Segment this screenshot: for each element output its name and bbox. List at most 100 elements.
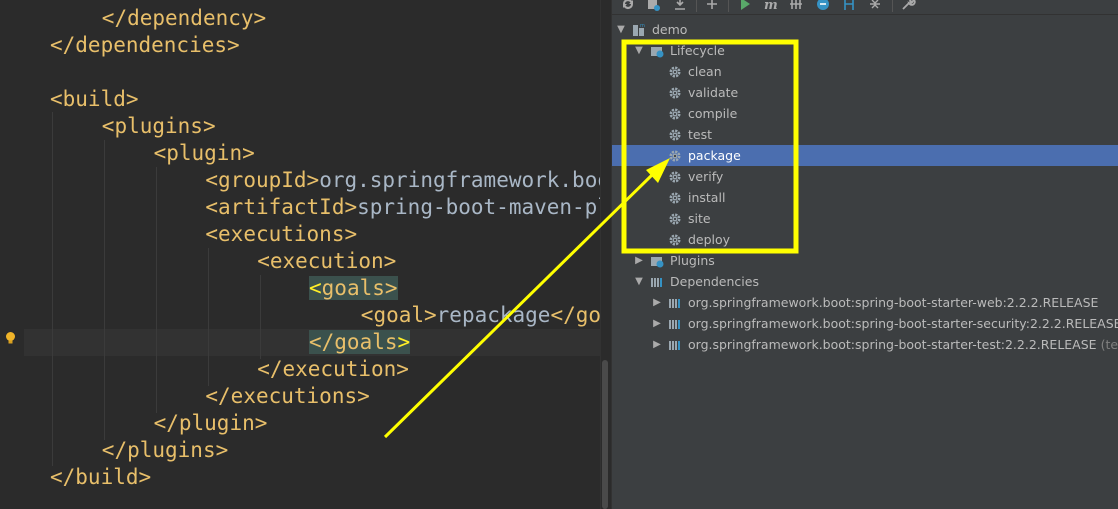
tree-node-package[interactable]: package xyxy=(612,145,1118,166)
code-line[interactable]: <executions> xyxy=(205,221,357,248)
tree-node-text: org.springframework.boot:spring-boot-sta… xyxy=(688,316,1118,331)
code-line[interactable]: <goal>repackage</goal> xyxy=(361,302,600,329)
xml-tag: <execution> xyxy=(257,249,397,273)
tree-node-text: validate xyxy=(688,85,739,100)
tree-node-text: verify xyxy=(688,169,724,184)
add-icon[interactable] xyxy=(704,0,720,12)
tree-node-label: site xyxy=(688,208,711,229)
code-line[interactable]: </execution> xyxy=(257,356,409,383)
toggle-offline-icon[interactable] xyxy=(788,0,804,12)
tree-node-text: package xyxy=(688,148,741,163)
run-icon[interactable] xyxy=(737,0,753,12)
tree-node-text: org.springframework.boot:spring-boot-sta… xyxy=(688,295,1099,310)
tree-node-label: compile xyxy=(688,103,737,124)
tree-node-text: site xyxy=(688,211,711,226)
code-line[interactable]: <build> xyxy=(50,86,139,113)
tree-node-text: Lifecycle xyxy=(670,43,725,58)
code-line[interactable]: <plugins> xyxy=(102,113,216,140)
tree-node-test[interactable]: test xyxy=(612,124,1118,145)
tree-node-install[interactable]: install xyxy=(612,187,1118,208)
generate-sources-icon[interactable] xyxy=(645,0,661,12)
show-dependencies-icon[interactable] xyxy=(841,0,857,12)
skip-tests-icon[interactable] xyxy=(815,0,831,12)
tree-node-text: demo xyxy=(652,22,688,37)
code-editor[interactable]: </dependency> </dependencies> <build> <plug… xyxy=(0,0,600,509)
toolbar-separator xyxy=(696,0,697,12)
xml-tag: <artifactId> xyxy=(205,195,358,219)
lifecycle-folder-icon xyxy=(651,47,664,58)
tree-node-verify[interactable]: verify xyxy=(612,166,1118,187)
xml-tag: <groupId> xyxy=(205,168,320,192)
collapse-all-icon[interactable] xyxy=(867,0,883,12)
code-line[interactable]: </goals> xyxy=(309,329,411,356)
tree-node-dep-web[interactable]: ▶ org.springframework.boot:spring-boot-st… xyxy=(612,292,1118,313)
xml-tag: </plugin> xyxy=(153,411,268,435)
expand-arrow-icon[interactable]: ▼ xyxy=(633,271,645,292)
gear-icon xyxy=(669,192,681,204)
reload-icon[interactable] xyxy=(620,0,636,12)
xml-tag: </goal> xyxy=(550,303,600,327)
gear-icon xyxy=(669,66,681,78)
tree-node-lifecycle[interactable]: ▼ Lifecycle xyxy=(612,40,1118,61)
gear-icon xyxy=(669,87,681,99)
tree-node-clean[interactable]: clean xyxy=(612,61,1118,82)
tree-node-text: Plugins xyxy=(670,253,715,268)
code-line[interactable]: <plugin> xyxy=(154,140,255,167)
lightbulb-icon[interactable] xyxy=(4,331,17,345)
xml-text: repackage xyxy=(436,303,551,327)
xml-tag: </dependencies> xyxy=(50,33,240,57)
settings-wrench-icon[interactable] xyxy=(900,0,916,12)
tree-node-dep-test[interactable]: ▶ org.springframework.boot:spring-boot-st… xyxy=(612,334,1118,355)
xml-tag: </executions> xyxy=(205,384,370,408)
tree-node-plugins[interactable]: ▶ Plugins xyxy=(612,250,1118,271)
tree-node-deploy[interactable]: deploy xyxy=(612,229,1118,250)
gear-icon xyxy=(669,234,681,246)
xml-tag: <plugin> xyxy=(153,141,255,165)
xml-tag: </execution> xyxy=(257,357,409,381)
collapse-arrow-icon[interactable]: ▶ xyxy=(651,313,663,334)
code-line[interactable]: <artifactId>spring-boot-maven-plugin xyxy=(205,194,600,221)
tree-node-label: org.springframework.boot:spring-boot-sta… xyxy=(688,292,1098,313)
code-line[interactable]: <goals> xyxy=(309,275,398,302)
tree-node-label: Dependencies xyxy=(670,271,759,292)
code-line[interactable]: </executions> xyxy=(205,383,369,410)
xml-tag: </build> xyxy=(50,465,152,489)
tree-node-label: Plugins xyxy=(670,250,715,271)
xml-tag: </goals xyxy=(309,330,398,354)
dependency-scope-label: (test) xyxy=(1100,337,1118,352)
code-line[interactable]: </dependencies> xyxy=(50,32,240,59)
xml-tag: </plugins> xyxy=(101,438,229,462)
editor-scrollbar-thumb[interactable] xyxy=(602,360,608,509)
maven-goal-icon[interactable]: m xyxy=(762,0,778,12)
tree-node-dep-security[interactable]: ▶ org.springframework.boot:spring-boot-st… xyxy=(612,313,1118,334)
tree-node-label: Lifecycle xyxy=(670,40,725,61)
tree-node-demo[interactable]: ▼ m demo xyxy=(612,19,1118,40)
toolbar-separator xyxy=(728,0,729,12)
expand-arrow-icon[interactable]: ▼ xyxy=(633,40,645,61)
code-line[interactable]: </plugins> xyxy=(102,437,228,464)
code-line[interactable]: </plugin> xyxy=(154,410,268,437)
code-line[interactable]: </build> xyxy=(50,464,151,491)
code-line[interactable]: <execution> xyxy=(257,248,396,275)
tree-node-validate[interactable]: validate xyxy=(612,82,1118,103)
gear-icon xyxy=(669,129,681,141)
maven-project-icon: m xyxy=(633,23,645,36)
collapse-arrow-icon[interactable]: ▶ xyxy=(633,250,645,271)
code-line[interactable]: </dependency> xyxy=(102,5,266,32)
collapse-arrow-icon[interactable]: ▶ xyxy=(651,292,663,313)
tree-node-label: org.springframework.boot:spring-boot-sta… xyxy=(688,313,1118,334)
tree-node-site[interactable]: site xyxy=(612,208,1118,229)
collapse-arrow-icon[interactable]: ▶ xyxy=(651,334,663,355)
maven-tool-window: m ▼ m demo ▼ Lifecycle clean validate compile te… xyxy=(611,0,1118,509)
tree-node-compile[interactable]: compile xyxy=(612,103,1118,124)
expand-arrow-icon[interactable]: ▼ xyxy=(615,19,627,40)
library-icon xyxy=(669,320,680,329)
xml-tag: </dependency> xyxy=(101,6,267,30)
xml-text: org.springframework.boot xyxy=(319,168,600,192)
code-line[interactable]: <groupId>org.springframework.boot xyxy=(205,167,600,194)
tree-node-dependencies[interactable]: ▼ Dependencies xyxy=(612,271,1118,292)
gear-icon xyxy=(669,171,681,183)
download-icon[interactable] xyxy=(672,0,688,12)
xml-tag: <goal> xyxy=(360,303,437,327)
tree-node-label: verify xyxy=(688,166,723,187)
